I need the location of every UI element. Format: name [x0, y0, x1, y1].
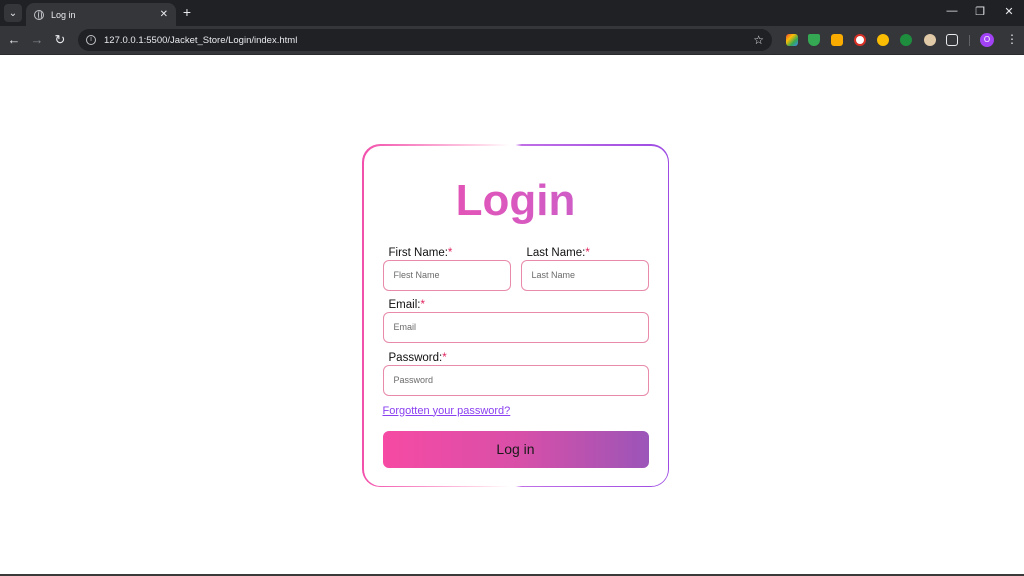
minimize-button[interactable]: — [944, 5, 960, 17]
last-name-input[interactable] [520, 259, 649, 291]
tab-close-icon[interactable]: ✕ [160, 9, 168, 20]
extension-icon[interactable] [900, 34, 912, 46]
profile-avatar[interactable]: O [980, 33, 994, 47]
required-mark: * [442, 351, 447, 364]
email-input[interactable] [382, 311, 649, 343]
kebab-menu-icon[interactable]: ⋮ [1006, 32, 1018, 46]
password-label: Password:* [388, 351, 447, 364]
puzzle-icon[interactable] [946, 34, 958, 46]
required-mark: * [447, 246, 453, 259]
globe-icon [34, 9, 44, 20]
site-info-icon[interactable]: i [86, 35, 96, 45]
tab-title: Log in [51, 9, 76, 20]
tab-search-button[interactable]: ⌄ [4, 4, 22, 22]
required-mark: * [585, 246, 590, 259]
first-name-input[interactable] [382, 259, 511, 291]
first-name-label: First Name:* [388, 246, 453, 259]
login-card: Login First Name:* Last Name:* Email:* P… [362, 144, 669, 487]
back-button[interactable]: ← [6, 32, 22, 48]
email-label: Email:* [388, 298, 425, 311]
toolbar-divider [969, 35, 970, 46]
reload-button[interactable]: ↻ [52, 32, 68, 48]
password-input[interactable] [382, 364, 649, 396]
star-icon[interactable]: ☆ [753, 33, 764, 47]
extension-icon[interactable] [924, 34, 936, 46]
browser-tab-strip: ⌄ Log in ✕ + — ❐ ✕ [0, 0, 1024, 26]
address-bar[interactable]: i 127.0.0.1:5500/Jacket_Store/Login/inde… [78, 29, 772, 51]
login-button[interactable]: Log in [382, 430, 649, 468]
url-text[interactable]: 127.0.0.1:5500/Jacket_Store/Login/index.… [104, 35, 753, 46]
close-window-button[interactable]: ✕ [1001, 5, 1017, 18]
browser-toolbar: ← → ↻ i 127.0.0.1:5500/Jacket_Store/Logi… [0, 26, 1024, 55]
new-tab-button[interactable]: + [180, 4, 194, 20]
login-form: Login First Name:* Last Name:* Email:* P… [363, 145, 668, 486]
required-mark: * [420, 298, 425, 311]
shield-extension-icon[interactable] [808, 34, 820, 46]
extension-icon[interactable] [877, 34, 889, 46]
last-name-label: Last Name:* [526, 246, 590, 259]
forward-button[interactable]: → [29, 32, 45, 48]
extension-icon[interactable] [786, 34, 798, 46]
page-content: Login First Name:* Last Name:* Email:* P… [0, 56, 1024, 576]
login-title: Login [364, 176, 668, 226]
extension-icon[interactable] [854, 34, 866, 46]
extension-icon[interactable] [831, 34, 843, 46]
forgot-password-link[interactable]: Forgotten your password? [383, 405, 511, 417]
browser-tab[interactable]: Log in ✕ [26, 3, 176, 26]
restore-button[interactable]: ❐ [972, 5, 988, 18]
